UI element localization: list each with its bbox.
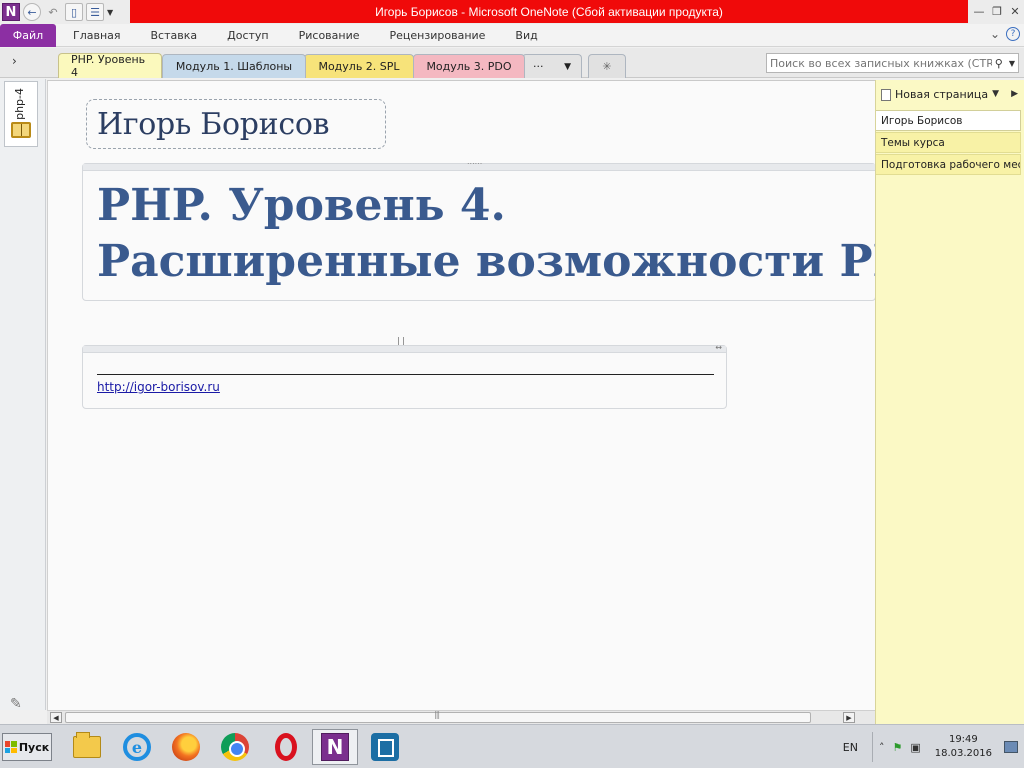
minimize-icon[interactable]: — [970,2,988,20]
show-hidden-icons-icon[interactable]: ˄ [879,741,885,754]
notebook-tab[interactable]: php-4 [4,81,38,147]
onenote-icon: N [321,733,349,761]
ie-app[interactable]: e [114,729,160,765]
scroll-left-icon[interactable]: ◀ [50,712,62,723]
tab-insert[interactable]: Вставка [136,24,213,47]
page-tab-igor-borisov[interactable]: Игорь Борисов [876,110,1021,131]
show-desktop-icon[interactable] [1004,741,1018,753]
chrome-icon [221,733,249,761]
system-tray: EN ˄ ⚑ ▣ 19:49 18.03.2016 [843,725,1024,768]
new-page-icon [881,88,891,101]
heading-note-container[interactable]: PHP. Уровень 4. Расширенные возможности … [82,157,947,301]
site-link[interactable]: http://igor-borisov.ru [97,380,220,394]
chevron-down-icon: ▼ [564,61,571,72]
heading-line-1: PHP. Уровень 4. [97,180,506,231]
expand-navigation-icon[interactable]: › [12,54,17,68]
resize-arrows-icon[interactable]: ↔ [715,343,722,352]
page-tabs-pane: Новая страница ▼ ▶ Игорь Борисов Темы ку… [875,80,1024,724]
heading-line-2: Расширенные возможности PHP [97,236,948,287]
language-indicator[interactable]: EN [843,741,858,754]
internet-explorer-icon: e [123,733,151,761]
quick-access-toolbar: N ← ↶ ▯ ☰ ▼ [0,0,113,24]
tab-home[interactable]: Главная [58,24,136,47]
ribbon-tabs: Файл Главная Вставка Доступ Рисование Ре… [0,23,1024,47]
start-label: Пуск [18,740,50,754]
action-center-flag-icon[interactable]: ⚑ [892,741,902,754]
page-title-box[interactable]: Игорь Борисов [86,99,386,149]
title-bar: N ← ↶ ▯ ☰ ▼ Игорь Борисов - Microsoft On… [0,0,1024,24]
page-tab-workplace-setup[interactable]: Подготовка рабочего мес [876,154,1021,175]
fullpage-icon[interactable]: ☰ [86,3,104,21]
folder-icon [73,732,101,758]
new-section-icon[interactable]: ✳ [588,54,626,78]
ribbon-right-controls: ⌄ ? [990,27,1020,41]
firefox-app[interactable] [163,729,209,765]
link-note-container[interactable]: ↔ http://igor-borisov.ru [82,343,727,409]
clock-time: 19:49 [948,734,978,745]
tab-share[interactable]: Доступ [212,24,283,47]
windows-logo-icon [4,741,17,753]
app-window[interactable] [362,729,408,765]
undo-icon[interactable]: ↶ [44,3,62,21]
section-tab-more[interactable]: ··· ▼ [522,54,582,78]
chrome-app[interactable] [212,729,258,765]
taskbar: Пуск e N EN ˄ ⚑ ▣ 19:49 18.03.2016 [0,724,1024,768]
scroll-thumb[interactable] [65,710,811,723]
search-icon[interactable]: ⚲ [992,57,1006,70]
notebook-pane: php-4 ✎ [0,79,46,712]
section-tab-module-2[interactable]: Модуль 2. SPL [304,54,414,78]
new-page-label: Новая страница [895,88,989,101]
search-input[interactable] [767,56,992,70]
onenote-logo-icon[interactable]: N [2,3,20,21]
window-controls: — ❐ ✕ [970,0,1024,22]
tab-file[interactable]: Файл [0,23,56,47]
explorer-app[interactable] [64,729,110,765]
page-pane-controls: ▼ ▶ [992,89,1018,99]
section-tab-php-level-4[interactable]: PHP. Уровень 4 [58,53,162,79]
tab-view[interactable]: Вид [500,24,552,47]
onenote-app[interactable]: N [312,729,358,765]
notebook-name: php-4 [13,88,26,120]
new-page-button[interactable]: Новая страница [881,88,988,101]
horizontal-scrollbar[interactable]: ◀ ▶ [47,710,875,724]
page-title: Игорь Борисов [97,106,330,142]
tab-review[interactable]: Рецензирование [375,24,501,47]
start-button[interactable]: Пуск [2,733,52,761]
firefox-icon [172,733,200,761]
container-grip[interactable]: ↔ [83,343,726,353]
container-grip[interactable] [83,157,877,171]
tray-separator [871,732,873,762]
chevron-down-icon[interactable]: ▼ [992,89,999,99]
restore-icon[interactable]: ❐ [988,2,1006,20]
scroll-right-icon[interactable]: ▶ [843,712,855,723]
unfiled-notes-icon[interactable]: ✎ [10,696,22,712]
more-sections-label: ··· [533,60,544,73]
page-heading: PHP. Уровень 4. Расширенные возможности … [97,178,947,290]
close-icon[interactable]: ✕ [1006,2,1024,20]
horizontal-rule [97,374,714,375]
expand-ribbon-icon[interactable]: ⌄ [990,27,1000,41]
dock-icon[interactable]: ▯ [65,3,83,21]
opera-app[interactable] [263,729,309,765]
customize-icon[interactable]: ▼ [107,8,113,17]
back-icon[interactable]: ← [23,3,41,21]
opera-icon [275,733,297,761]
window-title: Игорь Борисов - Microsoft OneNote (Сбой … [130,0,968,23]
search-scope-dropdown-icon[interactable]: ▼ [1006,59,1018,68]
notebook-icon [11,122,31,138]
collapse-pane-icon[interactable]: ▶ [1011,89,1018,99]
tab-draw[interactable]: Рисование [284,24,375,47]
section-tab-module-3[interactable]: Модуль 3. PDO [413,54,525,78]
clock-date: 18.03.2016 [934,748,992,759]
page-canvas[interactable]: Игорь Борисов PHP. Уровень 4. Расширенны… [47,80,947,710]
network-icon[interactable]: ▣ [910,741,920,754]
page-tab-course-topics[interactable]: Темы курса [876,132,1021,153]
section-tab-module-1[interactable]: Модуль 1. Шаблоны [162,54,306,78]
clock[interactable]: 19:49 18.03.2016 [935,733,992,761]
search-box: ⚲ ▼ [766,53,1019,73]
help-icon[interactable]: ? [1006,27,1020,41]
application-icon [371,733,399,761]
